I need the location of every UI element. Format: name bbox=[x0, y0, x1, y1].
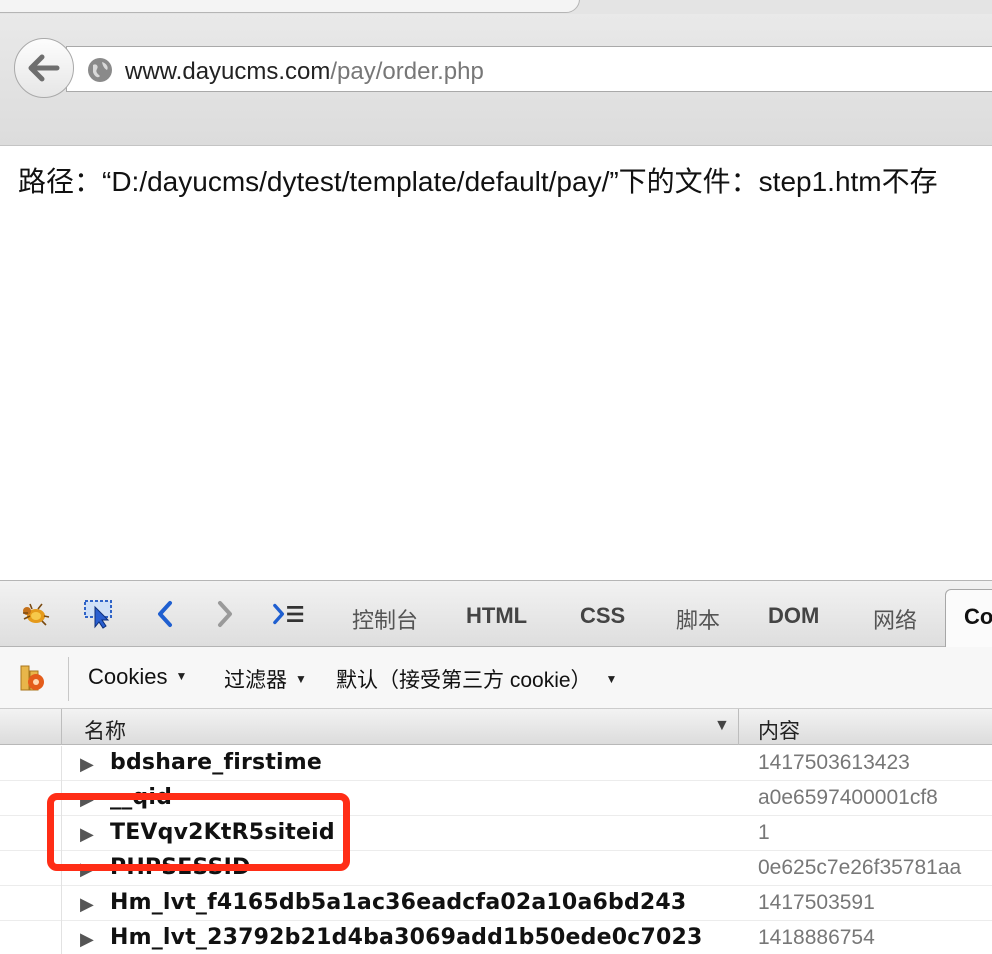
cookie-value: 1418886754 bbox=[758, 926, 875, 949]
row-gutter bbox=[0, 886, 62, 921]
command-line-icon[interactable] bbox=[272, 597, 306, 631]
firebug-icon[interactable] bbox=[18, 597, 52, 631]
column-divider[interactable] bbox=[738, 709, 739, 745]
cookies-menu[interactable]: Cookies ▼ bbox=[88, 664, 187, 690]
expand-triangle-icon[interactable]: ▶ bbox=[80, 754, 94, 775]
chevron-down-icon: ▼ bbox=[605, 672, 618, 686]
cookie-value: 0e625c7e26f35781aa bbox=[758, 856, 962, 879]
url-host: www.dayucms.com bbox=[125, 58, 331, 85]
row-gutter bbox=[0, 921, 62, 954]
filter-menu-label: 过滤器 bbox=[224, 669, 287, 692]
table-row[interactable]: ▶ Hm_lvt_f4165db5a1ac36eadcfa02a10a6bd24… bbox=[0, 886, 992, 921]
cookie-value: 1417503591 bbox=[758, 891, 875, 914]
cookie-value: 1417503613423 bbox=[758, 751, 910, 774]
url-text: www.dayucms.com/pay/order.php bbox=[125, 58, 484, 86]
column-header-name[interactable]: 名称 bbox=[84, 715, 126, 745]
cookies-menu-label: Cookies bbox=[88, 664, 168, 689]
filter-menu[interactable]: 过滤器 ▼ bbox=[224, 664, 307, 694]
tab-html[interactable]: HTML bbox=[466, 603, 527, 629]
cookies-table-header: 名称 ▼ 内容 bbox=[0, 709, 992, 745]
cookie-policy-label: 默认（接受第三方 cookie） bbox=[336, 669, 592, 692]
header-gutter bbox=[0, 709, 62, 745]
expand-triangle-icon[interactable]: ▶ bbox=[80, 929, 94, 950]
globe-icon bbox=[88, 58, 112, 82]
tab-console[interactable]: 控制台 bbox=[352, 603, 418, 635]
expand-triangle-icon[interactable]: ▶ bbox=[80, 894, 94, 915]
cookies-toolbar: Cookies ▼ 过滤器 ▼ 默认（接受第三方 cookie） ▼ bbox=[0, 647, 992, 709]
tab-dom[interactable]: DOM bbox=[768, 603, 819, 629]
cookie-policy-menu[interactable]: 默认（接受第三方 cookie） ▼ bbox=[336, 664, 617, 694]
back-arrow-icon bbox=[28, 54, 60, 82]
chevron-down-icon: ▼ bbox=[295, 672, 307, 686]
cookie-name: bdshare_firstime bbox=[110, 750, 323, 775]
devtools-toolbar: 控制台 HTML CSS 脚本 DOM 网络 Co bbox=[0, 581, 992, 649]
table-row[interactable]: ▶ bdshare_firstime 1417503613423 bbox=[0, 746, 992, 781]
nav-back-icon[interactable] bbox=[148, 597, 182, 631]
error-message: 路径：“D:/dayucms/dytest/template/default/p… bbox=[18, 166, 938, 197]
cookie-jar-icon[interactable] bbox=[18, 663, 48, 693]
address-bar[interactable]: www.dayucms.com/pay/order.php bbox=[66, 46, 992, 92]
row-gutter bbox=[0, 746, 62, 781]
tab-css[interactable]: CSS bbox=[580, 603, 625, 629]
column-header-content[interactable]: 内容 bbox=[758, 715, 800, 745]
tab-cookies-label: Co bbox=[964, 604, 992, 629]
cookie-name: Hm_lvt_23792b21d4ba3069add1b50ede0c7023 bbox=[110, 925, 703, 950]
inspect-element-icon[interactable] bbox=[82, 597, 116, 631]
devtools-panel: 控制台 HTML CSS 脚本 DOM 网络 Co Cookies ▼ 过滤器 ▼ … bbox=[0, 580, 992, 954]
nav-forward-icon[interactable] bbox=[208, 597, 242, 631]
browser-tab[interactable] bbox=[0, 0, 580, 13]
tab-cookies[interactable]: Co bbox=[945, 589, 992, 649]
cookie-value: 1 bbox=[758, 821, 770, 844]
tab-script[interactable]: 脚本 bbox=[676, 603, 720, 635]
chevron-down-icon: ▼ bbox=[175, 669, 188, 683]
highlight-annotation bbox=[47, 793, 350, 871]
cookie-value: a0e6597400001cf8 bbox=[758, 786, 938, 809]
tab-net[interactable]: 网络 bbox=[873, 603, 917, 635]
toolbar-separator bbox=[68, 657, 69, 701]
browser-toolbar: www.dayucms.com/pay/order.php bbox=[0, 14, 992, 146]
tab-strip bbox=[0, 0, 992, 14]
cookie-name: Hm_lvt_f4165db5a1ac36eadcfa02a10a6bd243 bbox=[110, 890, 687, 915]
table-row[interactable]: ▶ Hm_lvt_23792b21d4ba3069add1b50ede0c702… bbox=[0, 921, 992, 954]
back-button[interactable] bbox=[14, 38, 74, 98]
url-path: /pay/order.php bbox=[330, 58, 484, 85]
sort-descending-icon[interactable]: ▼ bbox=[714, 717, 730, 735]
